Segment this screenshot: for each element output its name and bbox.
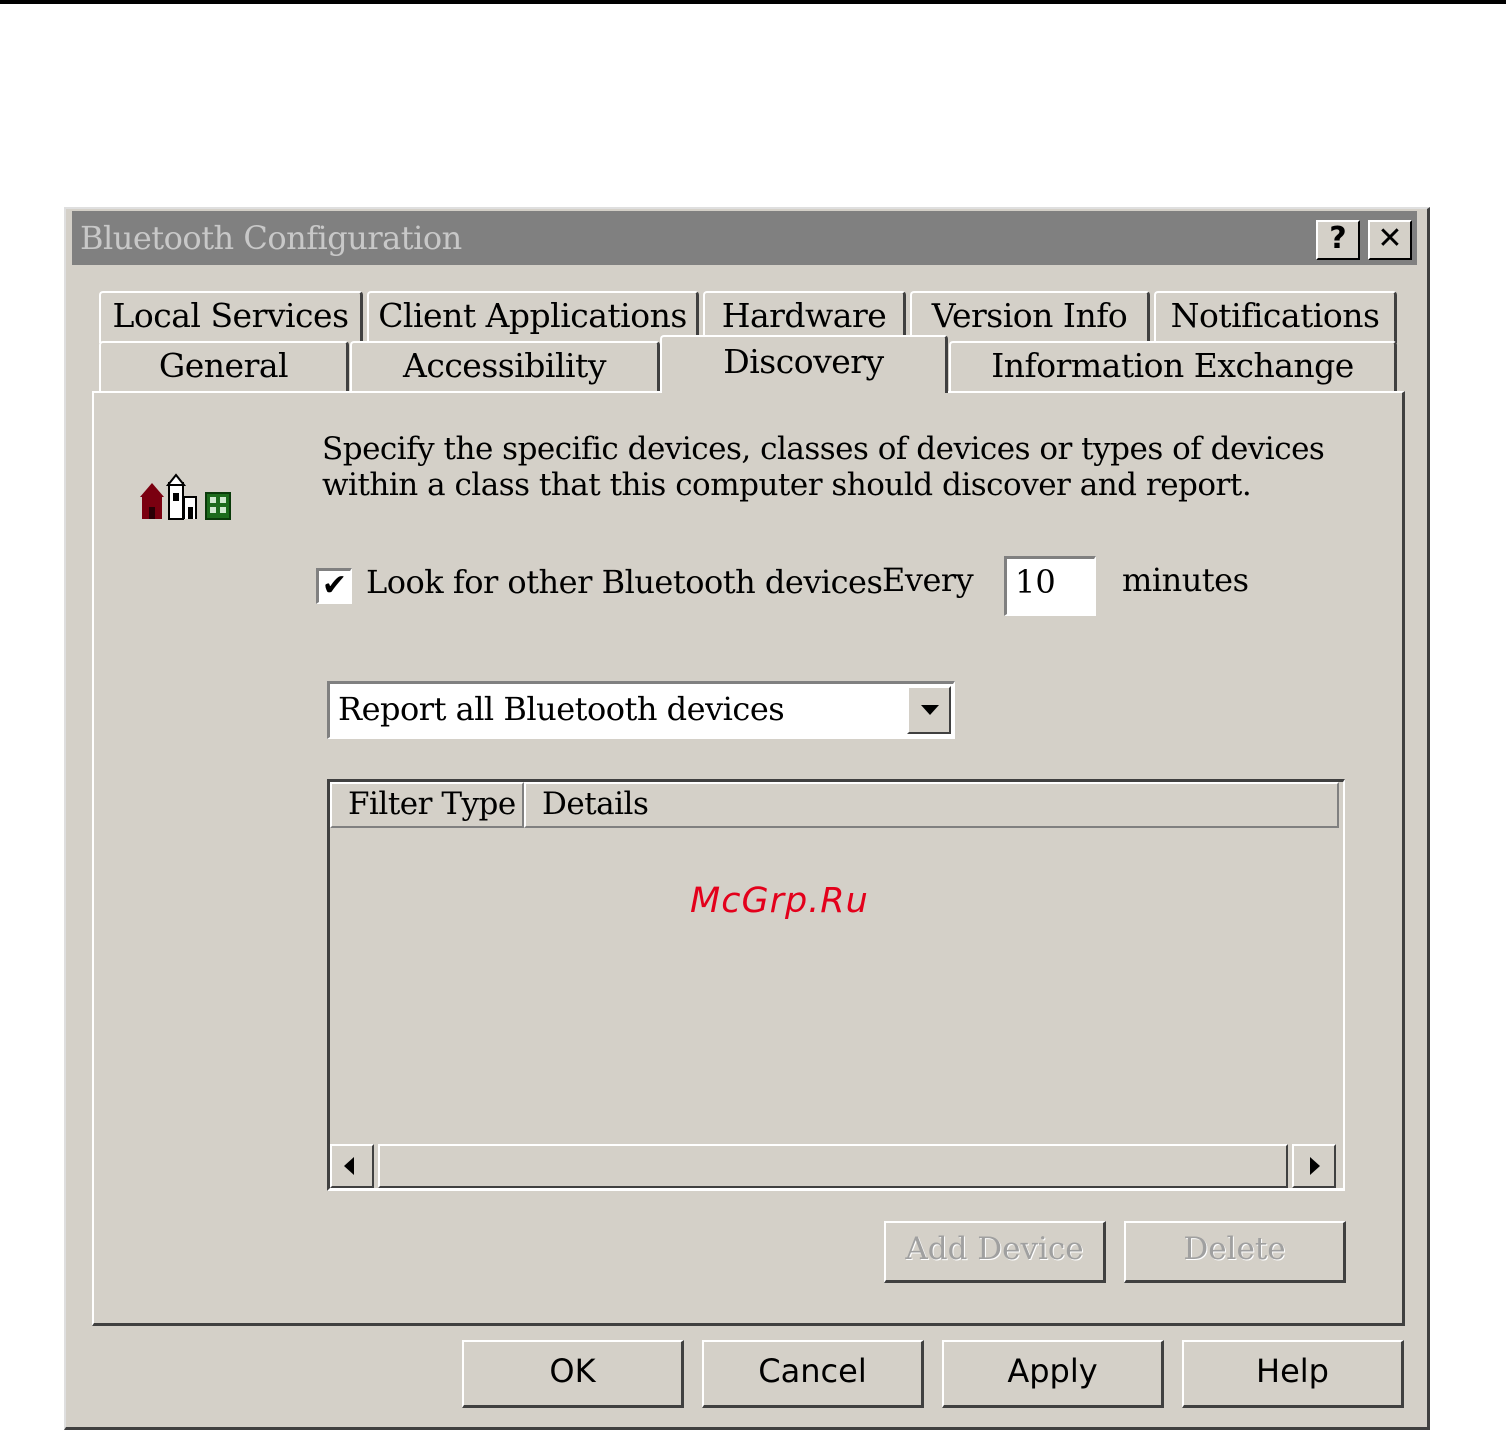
help-question-button[interactable]: ? <box>1316 220 1360 260</box>
look-for-devices-label[interactable]: Look for other Bluetooth devices <box>366 563 883 601</box>
tab-discovery[interactable]: Discovery <box>660 335 948 393</box>
window-title: Bluetooth Configuration <box>80 219 462 257</box>
bluetooth-configuration-dialog: Bluetooth Configuration ? ✕ Local Servic… <box>64 207 1430 1430</box>
interval-minutes-input[interactable]: 10 <box>1004 556 1096 616</box>
look-for-devices-checkbox[interactable]: ✔ <box>316 568 352 604</box>
delete-button[interactable]: Delete <box>1124 1221 1346 1283</box>
title-bar[interactable]: Bluetooth Configuration ? ✕ <box>72 211 1417 265</box>
report-devices-select[interactable]: Report all Bluetooth devices <box>327 681 955 739</box>
close-button[interactable]: ✕ <box>1368 220 1412 260</box>
apply-button[interactable]: Apply <box>942 1340 1164 1408</box>
scroll-left-button[interactable] <box>330 1144 374 1188</box>
cancel-button[interactable]: Cancel <box>702 1340 924 1408</box>
add-device-button[interactable]: Add Device <box>884 1221 1106 1283</box>
every-label: Every <box>882 561 974 599</box>
devices-icon <box>140 473 231 520</box>
chevron-down-icon <box>921 705 939 715</box>
report-devices-select-value: Report all Bluetooth devices <box>338 690 785 728</box>
minutes-label: minutes <box>1122 561 1249 599</box>
top-rule <box>0 0 1506 4</box>
discovery-description: Specify the specific devices, classes of… <box>322 431 1325 503</box>
dropdown-button[interactable] <box>907 686 951 734</box>
filter-list[interactable]: Filter Type Details <box>327 779 1345 1191</box>
tab-client-applications[interactable]: Client Applications <box>367 291 699 343</box>
horizontal-scrollbar[interactable] <box>330 1144 1343 1188</box>
tab-notifications[interactable]: Notifications <box>1154 291 1397 343</box>
ok-button[interactable]: OK <box>462 1340 684 1408</box>
tab-information-exchange[interactable]: Information Exchange <box>949 341 1397 393</box>
tab-accessibility[interactable]: Accessibility <box>350 341 660 393</box>
column-header-details[interactable]: Details <box>524 782 1339 828</box>
tab-general[interactable]: General <box>99 341 349 393</box>
arrow-left-icon <box>344 1157 354 1175</box>
tab-local-services[interactable]: Local Services <box>99 291 363 343</box>
help-button[interactable]: Help <box>1182 1340 1404 1408</box>
checkmark-icon: ✔ <box>321 568 348 603</box>
watermark-text: McGrp.Ru <box>690 881 869 921</box>
column-header-filter-type[interactable]: Filter Type <box>330 782 524 828</box>
arrow-right-icon <box>1310 1157 1320 1175</box>
scroll-right-button[interactable] <box>1292 1144 1336 1188</box>
discovery-panel: Specify the specific devices, classes of… <box>92 391 1405 1326</box>
scrollbar-thumb[interactable] <box>378 1144 1288 1188</box>
